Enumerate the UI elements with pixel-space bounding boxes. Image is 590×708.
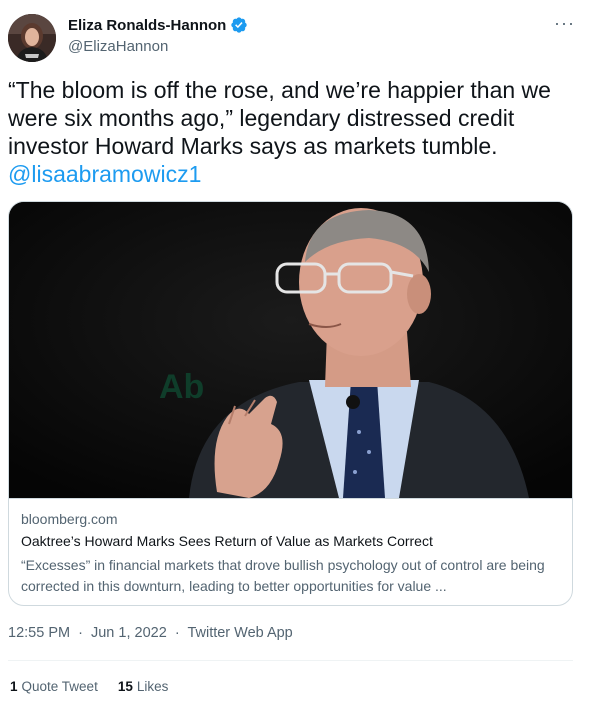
avatar[interactable] <box>8 14 56 62</box>
tweet-time[interactable]: 12:55 PM <box>8 625 70 641</box>
like-count: 15 <box>117 679 133 694</box>
mention-link[interactable]: @lisaabramowicz1 <box>8 161 201 187</box>
tweet-source[interactable]: Twitter Web App <box>187 625 292 641</box>
author-display-name[interactable]: Eliza Ronalds-Hannon <box>68 17 226 34</box>
tweet-body: “The bloom is off the rose, and we’re ha… <box>8 77 551 159</box>
avatar-image <box>8 14 56 62</box>
card-image[interactable]: Ab <box>9 202 572 498</box>
card-photo: Ab <box>9 202 572 498</box>
tweet-text: “The bloom is off the rose, and we’re ha… <box>8 76 578 188</box>
card-domain: bloomberg.com <box>21 511 118 527</box>
divider <box>8 660 573 661</box>
tweet-stats: 1 Quote Tweet 15 Likes <box>10 679 168 694</box>
author-name-row[interactable]: Eliza Ronalds-Hannon <box>68 16 248 34</box>
more-horizontal-icon[interactable]: ··· <box>554 14 575 32</box>
quote-label: Quote Tweet <box>21 679 98 694</box>
tweet-meta: 12:55 PM · Jun 1, 2022 · Twitter Web App <box>8 625 293 641</box>
author-handle[interactable]: @ElizaHannon <box>68 38 168 55</box>
card-description: “Excesses” in financial markets that dro… <box>21 557 545 594</box>
link-card[interactable]: Ab bloomberg.com Oaktree’s Howard Marks … <box>8 201 573 606</box>
like-label: Likes <box>136 679 169 694</box>
card-title[interactable]: Oaktree’s Howard Marks Sees Return of Va… <box>21 533 433 549</box>
quote-count: 1 <box>10 679 18 694</box>
quote-tweets-stat[interactable]: 1 Quote Tweet <box>10 679 98 694</box>
likes-stat[interactable]: 15 Likes <box>118 679 169 694</box>
meta-separator-2: · <box>174 625 180 641</box>
svg-text:Ab: Ab <box>159 368 204 406</box>
card-body[interactable]: bloomberg.com Oaktree’s Howard Marks See… <box>9 498 572 605</box>
tweet-date[interactable]: Jun 1, 2022 <box>91 625 167 641</box>
verified-badge-icon <box>231 17 248 33</box>
meta-separator: · <box>78 625 83 641</box>
